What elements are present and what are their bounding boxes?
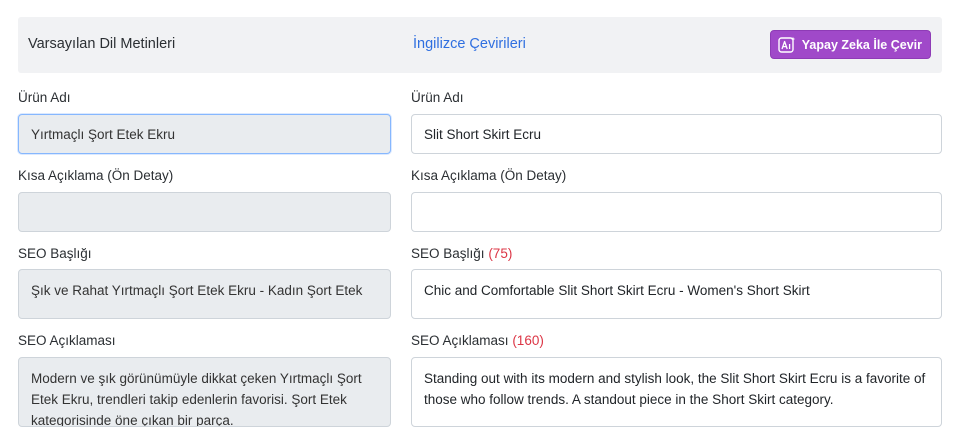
default-language-title: Varsayılan Dil Metinleri bbox=[28, 36, 176, 52]
translation-form: Varsayılan Dil Metinleri İngilizce Çevir… bbox=[0, 0, 962, 446]
left-seo-title-value: Şık ve Rahat Yırtmaçlı Şort Etek Ekru - … bbox=[31, 283, 363, 298]
left-product-name-field[interactable]: Yırtmaçlı Şort Etek Ekru bbox=[18, 114, 391, 154]
right-seo-title-label: SEO Başlığı bbox=[411, 246, 485, 261]
left-seo-desc-field[interactable]: Modern ve şık görünümüyle dikkat çeken Y… bbox=[18, 357, 391, 427]
right-seo-desc-label: SEO Açıklaması bbox=[411, 333, 509, 348]
right-seo-desc-input[interactable]: Standing out with its modern and stylish… bbox=[411, 357, 942, 427]
right-product-name-label: Ürün Adı bbox=[411, 90, 464, 105]
left-short-desc-label: Kısa Açıklama (Ön Detay) bbox=[18, 168, 174, 183]
right-seo-title-input[interactable]: Chic and Comfortable Slit Short Skirt Ec… bbox=[411, 269, 942, 319]
header-bar: Varsayılan Dil Metinleri İngilizce Çevir… bbox=[18, 17, 942, 73]
right-short-desc-label: Kısa Açıklama (Ön Detay) bbox=[411, 168, 567, 183]
seo-desc-char-count: (160) bbox=[512, 333, 544, 348]
ai-translate-label: Yapay Zeka İle Çevir bbox=[801, 37, 922, 52]
left-seo-desc-label: SEO Açıklaması bbox=[18, 333, 116, 348]
left-seo-desc-value: Modern ve şık görünümüyle dikkat çeken Y… bbox=[31, 371, 366, 427]
left-seo-title-label: SEO Başlığı bbox=[18, 246, 92, 261]
left-short-desc-field[interactable] bbox=[18, 192, 391, 232]
right-product-name-value: Slit Short Skirt Ecru bbox=[424, 126, 542, 142]
right-seo-title-value: Chic and Comfortable Slit Short Skirt Ec… bbox=[424, 283, 810, 298]
right-seo-desc-value: Standing out with its modern and stylish… bbox=[424, 371, 929, 407]
english-translations-title: İngilizce Çevirileri bbox=[413, 36, 526, 52]
ai-translate-button[interactable]: Yapay Zeka İle Çevir bbox=[769, 30, 931, 59]
seo-title-char-count: (75) bbox=[488, 246, 513, 261]
right-seo-desc-label-wrap: SEO Açıklaması (160) bbox=[411, 333, 544, 348]
right-product-name-input[interactable]: Slit Short Skirt Ecru bbox=[411, 114, 942, 154]
left-seo-title-field[interactable]: Şık ve Rahat Yırtmaçlı Şort Etek Ekru - … bbox=[18, 269, 391, 319]
left-product-name-value: Yırtmaçlı Şort Etek Ekru bbox=[31, 126, 176, 142]
left-product-name-label: Ürün Adı bbox=[18, 90, 71, 105]
right-short-desc-input[interactable] bbox=[411, 192, 942, 232]
ai-translate-icon bbox=[778, 36, 796, 54]
right-seo-title-label-wrap: SEO Başlığı (75) bbox=[411, 246, 512, 261]
